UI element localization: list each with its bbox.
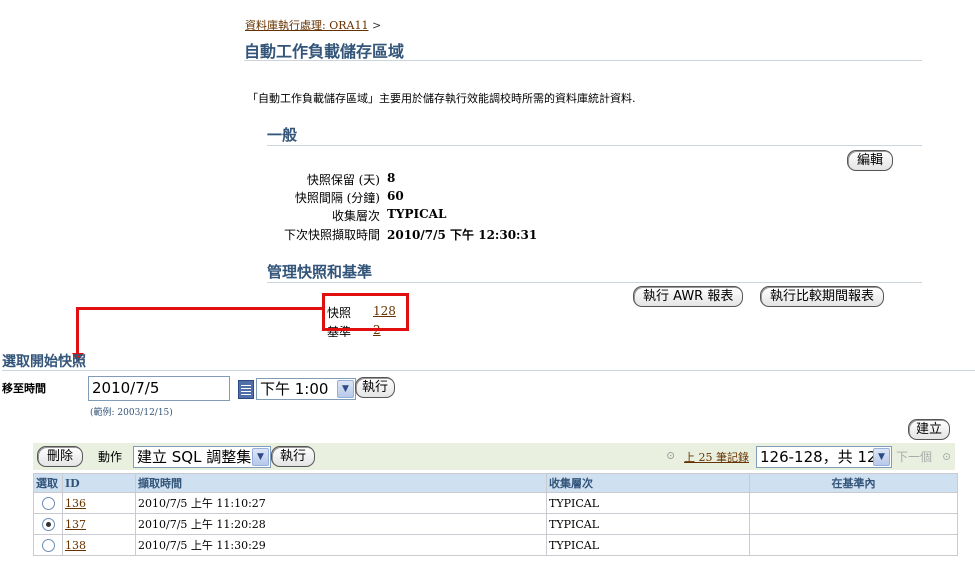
row-select-cell — [33, 492, 63, 514]
next-snapshot-label: 下次快照擷取時間 — [283, 228, 380, 242]
range-select[interactable]: 126-128，共 128 ▼ — [756, 446, 892, 468]
range-select-value: 126-128，共 128 — [760, 448, 887, 466]
action-execute-button[interactable]: 執行 — [271, 446, 316, 467]
collection-level-label: 收集層次 — [331, 209, 380, 223]
time-select-value: 下午 1:00 — [260, 380, 329, 398]
interval-label: 快照間隔 (分鐘) — [294, 191, 380, 205]
select-snapshot-divider — [2, 370, 975, 371]
table-row: 138 2010/7/5 上午 11:30:29 TYPICAL — [33, 534, 958, 556]
row-time: 2010/7/5 上午 11:30:29 — [135, 534, 547, 556]
time-select[interactable]: 下午 1:00 ▼ — [256, 378, 356, 400]
snapshot-id-link[interactable]: 137 — [65, 518, 86, 531]
highlight-arrow-vertical — [76, 307, 79, 355]
highlight-arrow-horizontal — [76, 307, 322, 310]
manage-heading: 管理快照和基準 — [267, 263, 373, 281]
edit-button[interactable]: 編輯 — [847, 150, 894, 171]
table-row: 137 2010/7/5 上午 11:20:28 TYPICAL — [33, 513, 958, 535]
row-level: TYPICAL — [546, 513, 750, 535]
row-id-cell: 137 — [62, 513, 136, 535]
snapshot-id-link[interactable]: 138 — [65, 539, 86, 552]
action-label: 動作 — [98, 450, 123, 464]
header-collection-level: 收集層次 — [546, 473, 750, 493]
row-time: 2010/7/5 上午 11:20:28 — [135, 513, 547, 535]
page-description: 「自動工作負載儲存區域」主要用於儲存執行效能調校時所需的資料庫統計資料. — [247, 92, 636, 105]
select-snapshot-heading: 選取開始快照 — [2, 354, 86, 370]
retention-value: 8 — [387, 171, 396, 185]
table-header-row: 選取 ID 擷取時間 收集層次 在基準內 — [33, 473, 958, 493]
manage-divider — [267, 282, 922, 283]
row-baseline — [749, 492, 958, 514]
row-baseline — [749, 534, 958, 556]
row-radio[interactable] — [41, 496, 55, 510]
snapshot-id-link[interactable]: 136 — [65, 497, 86, 510]
row-radio[interactable] — [41, 517, 55, 531]
chevron-down-icon: ▼ — [873, 448, 890, 466]
action-select[interactable]: 建立 SQL 調整集 ▼ — [133, 446, 271, 468]
collection-level-value: TYPICAL — [387, 207, 447, 221]
calendar-icon[interactable] — [238, 380, 254, 399]
run-awr-report-button[interactable]: 執行 AWR 報表 — [633, 286, 744, 307]
row-id-cell: 138 — [62, 534, 136, 556]
breadcrumb: 資料庫執行處理: ORA11 > — [245, 17, 381, 33]
prev-records-link[interactable]: 上 25 筆記錄 — [684, 449, 749, 465]
chevron-down-icon: ▼ — [337, 380, 354, 398]
highlight-box — [322, 293, 409, 331]
row-time: 2010/7/5 上午 11:10:27 — [135, 492, 547, 514]
row-select-cell — [33, 534, 63, 556]
header-select: 選取 — [33, 473, 63, 493]
date-example: (範例: 2003/12/15) — [90, 408, 173, 418]
create-button[interactable]: 建立 — [908, 419, 951, 440]
general-heading: 一般 — [267, 126, 298, 144]
general-divider — [267, 145, 922, 146]
row-id-cell: 136 — [62, 492, 136, 514]
chevron-down-icon: ▼ — [252, 448, 269, 466]
header-capture-time[interactable]: 擷取時間 — [135, 473, 547, 493]
row-level: TYPICAL — [546, 492, 750, 514]
retention-label: 快照保留 (天) — [306, 173, 380, 187]
breadcrumb-link[interactable]: 資料庫執行處理: ORA11 — [245, 19, 368, 32]
action-select-value: 建立 SQL 調整集 — [137, 448, 252, 466]
goto-execute-button[interactable]: 執行 — [355, 377, 396, 398]
row-radio[interactable] — [41, 538, 55, 552]
row-baseline — [749, 513, 958, 535]
delete-button[interactable]: 刪除 — [37, 446, 84, 467]
run-compare-report-button[interactable]: 執行比較期間報表 — [760, 286, 885, 307]
header-in-baseline: 在基準內 — [749, 473, 958, 493]
title-divider — [244, 60, 922, 61]
row-level: TYPICAL — [546, 534, 750, 556]
header-id: ID — [62, 473, 136, 493]
prev-arrow-icon: ⊙ — [666, 449, 676, 462]
page-title: 自動工作負載儲存區域 — [244, 42, 405, 61]
breadcrumb-separator: > — [371, 19, 382, 32]
row-select-cell — [33, 513, 63, 535]
date-input[interactable]: 2010/7/5 — [88, 376, 230, 401]
goto-time-label: 移至時間 — [2, 382, 46, 395]
snapshot-table: 選取 ID 擷取時間 收集層次 在基準內 136 2010/7/5 上午 11:… — [33, 473, 958, 556]
next-label: 下一個 — [896, 450, 933, 464]
next-arrow-icon: ⊙ — [942, 450, 952, 463]
next-snapshot-value: 2010/7/5 下午 12:30:31 — [387, 228, 538, 242]
interval-value: 60 — [387, 189, 404, 203]
table-row: 136 2010/7/5 上午 11:10:27 TYPICAL — [33, 492, 958, 514]
